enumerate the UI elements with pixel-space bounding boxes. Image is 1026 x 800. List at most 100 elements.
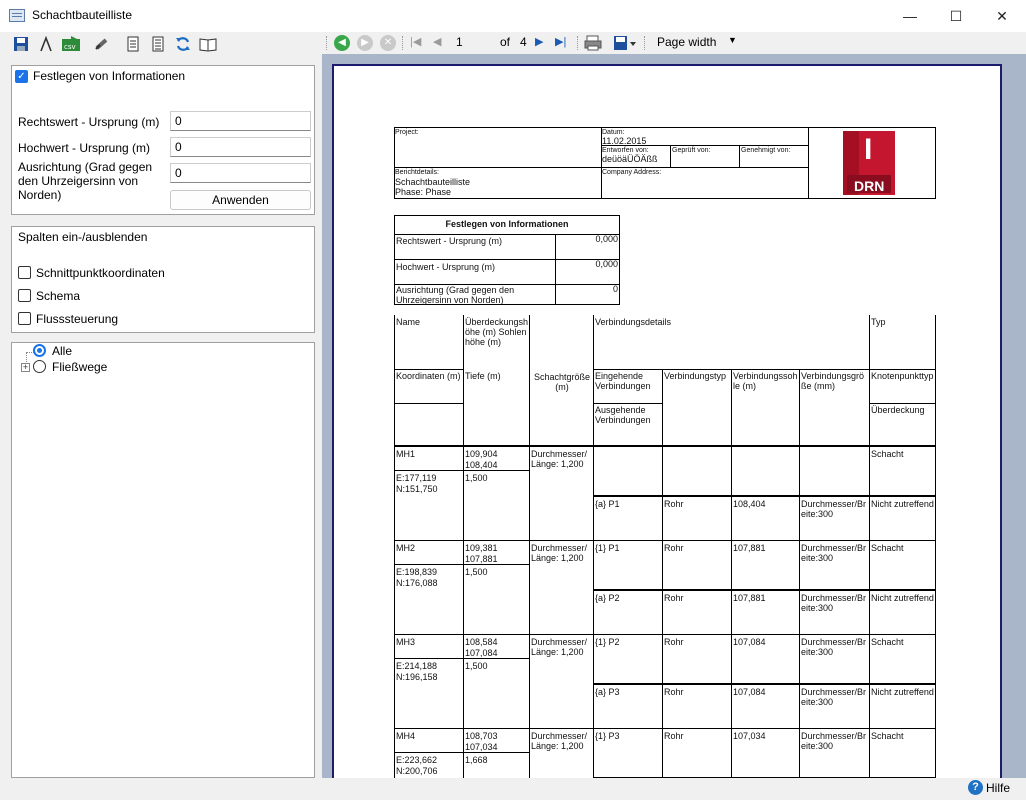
help-link[interactable]: Hilfe	[986, 781, 1010, 795]
node-type: Schacht	[871, 637, 904, 647]
stop-icon[interactable]: ✕	[380, 35, 396, 51]
col-name: Name	[396, 317, 421, 327]
list-page-icon[interactable]	[147, 33, 169, 55]
col-node-type: Knotenpunkttyp	[871, 371, 934, 381]
schema-label: Schema	[36, 289, 81, 303]
radio-flowpaths[interactable]	[33, 360, 46, 373]
connection-invert: 107,034	[733, 731, 766, 741]
link-icon[interactable]	[91, 33, 113, 55]
info-checkbox-label: Festlegen von Informationen	[33, 69, 186, 83]
close-icon: ✕	[996, 7, 1008, 24]
print-icon[interactable]	[584, 35, 602, 54]
col-conn-size: Verbindungsgröße (mm)	[801, 371, 865, 391]
col-cover2: Überdeckung	[871, 405, 925, 415]
invert-elevation: 107,084	[465, 648, 498, 658]
connection-invert: 107,084	[733, 637, 766, 647]
structure-size: Durchmesser/ Länge: 1,200	[531, 449, 588, 469]
structure-size: Durchmesser/ Länge: 1,200	[531, 731, 588, 751]
rim-elevation: 108,584	[465, 637, 498, 647]
connection-type: Rohr	[664, 637, 684, 647]
details-line-1: Schachtbauteilliste	[395, 177, 471, 187]
rechtswert-input[interactable]: 0	[170, 111, 311, 131]
rim-elevation: 109,381	[465, 543, 498, 553]
infradrainage-logo: I DRN	[837, 129, 901, 197]
total-pages: 4	[520, 35, 527, 49]
intersection-checkbox[interactable]	[18, 266, 31, 279]
maximize-button[interactable]: ☐	[933, 0, 979, 32]
node-name: MH1	[396, 449, 416, 459]
connection-invert: 107,881	[733, 543, 766, 553]
page-icon[interactable]	[122, 33, 144, 55]
save-icon[interactable]	[10, 33, 32, 55]
connection-size: Durchmesser/Breite:300	[801, 593, 867, 613]
invert-elevation: 107,034	[465, 742, 498, 752]
of-label: of	[500, 35, 511, 49]
expand-icon[interactable]: +	[21, 363, 30, 372]
connection-size: Durchmesser/Breite:300	[801, 637, 867, 657]
left-pane: csv ✓ Festlegen von Informationen Rechts…	[0, 32, 322, 778]
connection-type: Rohr	[664, 593, 684, 603]
hochwert-input[interactable]: 0	[170, 137, 311, 157]
radio-all[interactable]	[33, 344, 46, 357]
genehmigt-label: Genehmigt von:	[741, 147, 791, 154]
ausrichtung-label: Ausrichtung (Grad gegen den Uhrzeigersin…	[18, 160, 153, 202]
flow-control-checkbox[interactable]	[18, 312, 31, 325]
forward-icon[interactable]: ▶	[357, 35, 373, 51]
window-title: Schachtbauteilliste	[32, 8, 133, 22]
apply-button[interactable]: Anwenden	[170, 190, 311, 210]
last-page-icon[interactable]: ▶|	[555, 35, 566, 48]
refresh-icon[interactable]	[172, 33, 194, 55]
node-type: Nicht zutreffend	[871, 499, 934, 509]
connection-size: Durchmesser/Breite:300	[801, 687, 867, 707]
close-button[interactable]: ✕	[979, 0, 1025, 32]
ausrichtung-input[interactable]: 0	[170, 163, 311, 183]
rechtswert-label: Rechtswert - Ursprung (m)	[18, 115, 160, 129]
back-icon[interactable]: ◀	[334, 35, 350, 51]
minimize-button[interactable]: —	[887, 0, 933, 32]
intersection-label: Schnittpunktkoordinaten	[36, 266, 165, 280]
page-number-input[interactable]: 1	[456, 35, 463, 49]
info-row-1-value: 0,000	[595, 234, 618, 244]
lambda-icon[interactable]	[35, 33, 57, 55]
col-outgoing: Ausgehende Verbindungen	[595, 405, 651, 425]
connection-pipe: {a} P3	[595, 687, 620, 697]
node-type: Schacht	[871, 449, 904, 459]
maximize-icon: ☐	[949, 7, 963, 24]
info-settings-panel: ✓ Festlegen von Informationen Rechtswert…	[11, 65, 315, 215]
tree-item-alle[interactable]: Alle	[52, 344, 72, 358]
easting: E:177,119	[396, 473, 437, 483]
columns-panel: Spalten ein-/ausblenden Schnittpunktkoor…	[11, 226, 315, 333]
depth: 1,500	[465, 567, 488, 577]
connection-size: Durchmesser/Breite:300	[801, 731, 867, 751]
depth: 1,500	[465, 473, 488, 483]
help-icon[interactable]: ?	[968, 780, 983, 795]
info-row-1-label: Rechtswert - Ursprung (m)	[396, 236, 503, 246]
node-type: Nicht zutreffend	[871, 593, 934, 603]
next-page-icon[interactable]: ▶	[535, 35, 543, 48]
northing: N:200,706	[396, 766, 438, 776]
tree-item-fliesswege[interactable]: Fließwege	[52, 360, 107, 374]
info-checkbox[interactable]: ✓	[15, 70, 28, 83]
prev-page-icon[interactable]: ◀	[433, 35, 441, 48]
zoom-select[interactable]: Page width	[657, 35, 716, 49]
datum-value: 11.02.2015	[602, 136, 647, 146]
connection-pipe: {1} P3	[595, 731, 620, 741]
node-name: MH3	[396, 637, 416, 647]
report-viewer-pane: ◀ ▶ ✕ |◀ ◀ 1 of 4 ▶ ▶| Page width ▼ Proj…	[322, 32, 1026, 784]
connection-pipe: {1} P1	[595, 543, 620, 553]
left-toolbar: csv	[10, 32, 222, 56]
schema-checkbox[interactable]	[18, 289, 31, 302]
info-row-3-label: Ausrichtung (Grad gegen den Uhrzeigersin…	[396, 285, 515, 305]
export-icon[interactable]	[613, 35, 637, 54]
invert-elevation: 107,881	[465, 554, 498, 564]
book-icon[interactable]	[197, 33, 219, 55]
first-page-icon[interactable]: |◀	[410, 35, 421, 48]
connection-pipe: {1} P2	[595, 637, 620, 647]
node-name: MH2	[396, 543, 416, 553]
connection-type: Rohr	[664, 543, 684, 553]
csv-export-icon[interactable]: csv	[60, 33, 82, 55]
node-type: Nicht zutreffend	[871, 687, 934, 697]
zoom-dropdown-icon[interactable]: ▼	[728, 35, 737, 45]
connection-pipe: {a} P2	[595, 593, 620, 603]
connection-type: Rohr	[664, 499, 684, 509]
